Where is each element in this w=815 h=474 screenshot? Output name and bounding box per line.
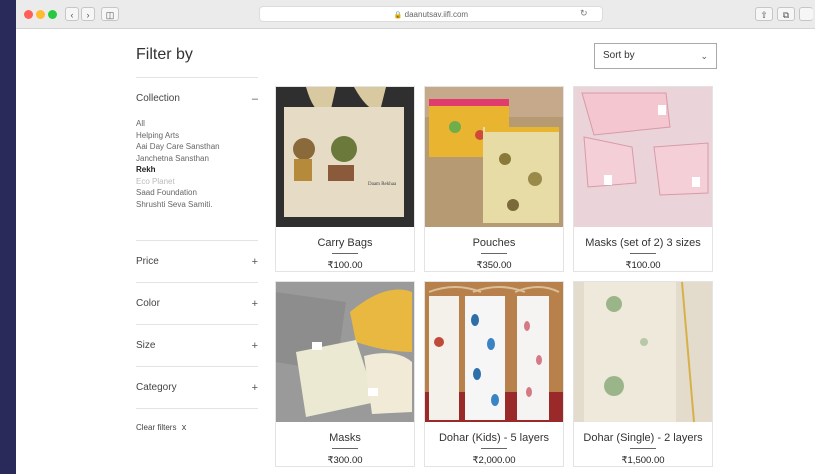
close-icon: x bbox=[181, 422, 187, 432]
close-window-button[interactable] bbox=[24, 10, 33, 19]
divider bbox=[630, 448, 656, 449]
collection-item-saad-foundation[interactable]: Saad Foundation bbox=[136, 187, 220, 199]
masks-image bbox=[276, 282, 414, 422]
dohar-kids-image bbox=[425, 282, 563, 422]
sidebar-toggle-icon[interactable]: ◫ bbox=[101, 7, 119, 21]
product-price: ₹2,000.00 bbox=[472, 455, 516, 466]
url-text: daanutsav.iifl.com bbox=[404, 10, 469, 19]
collection-item-rekh[interactable]: Rekh bbox=[136, 164, 220, 176]
sort-label: Sort by bbox=[603, 50, 635, 61]
clear-filters-link[interactable]: Clear filters x bbox=[136, 422, 186, 432]
divider bbox=[332, 253, 358, 254]
pouches-image bbox=[425, 87, 563, 227]
collection-item-helping-arts[interactable]: Helping Arts bbox=[136, 130, 220, 142]
divider bbox=[136, 77, 258, 78]
product-image[interactable] bbox=[574, 87, 712, 227]
category-filter-label: Category bbox=[136, 382, 177, 393]
expand-icon[interactable]: + bbox=[252, 340, 258, 352]
browser-toolbar: ‹ › ◫ 🔒 daanutsav.iifl.com ↻ ⇧ ⧉ bbox=[16, 0, 815, 29]
divider bbox=[136, 240, 258, 241]
svg-text:Daam Rekhaa: Daam Rekhaa bbox=[368, 182, 397, 187]
collection-header[interactable]: Collection – bbox=[136, 93, 258, 105]
divider bbox=[136, 324, 258, 325]
product-price: ₹100.00 bbox=[625, 260, 661, 271]
collapse-icon[interactable]: – bbox=[252, 93, 258, 105]
maximize-window-button[interactable] bbox=[48, 10, 57, 19]
product-image[interactable] bbox=[276, 282, 414, 422]
divider bbox=[332, 448, 358, 449]
collection-item-janchetna[interactable]: Janchetna Sansthan bbox=[136, 153, 220, 165]
product-price: ₹350.00 bbox=[476, 260, 512, 271]
category-filter-header[interactable]: Category + bbox=[136, 382, 258, 394]
product-card[interactable]: Daam Rekhaa Carry Bags ₹100.00 bbox=[275, 86, 415, 272]
expand-icon[interactable]: + bbox=[252, 256, 258, 268]
share-icon[interactable]: ⇧ bbox=[755, 7, 773, 21]
divider bbox=[136, 408, 258, 409]
collection-item-aai-day-care[interactable]: Aai Day Care Sansthan bbox=[136, 141, 220, 153]
divider bbox=[630, 253, 656, 254]
sort-dropdown[interactable]: Sort by ⌄ bbox=[594, 43, 717, 69]
chevron-down-icon: ⌄ bbox=[700, 51, 708, 61]
page-content: Filter by Sort by ⌄ Collection – All Hel… bbox=[16, 29, 815, 474]
collection-item-all[interactable]: All bbox=[136, 118, 220, 130]
product-price: ₹100.00 bbox=[327, 260, 363, 271]
product-name[interactable]: Pouches bbox=[425, 237, 563, 249]
product-card[interactable]: Masks ₹300.00 bbox=[275, 281, 415, 467]
expand-icon[interactable]: + bbox=[252, 382, 258, 394]
product-image[interactable] bbox=[425, 282, 563, 422]
product-card[interactable]: Dohar (Kids) - 5 layers ₹2,000.00 bbox=[424, 281, 564, 467]
reload-icon[interactable]: ↻ bbox=[580, 8, 588, 19]
product-name[interactable]: Carry Bags bbox=[276, 237, 414, 249]
filter-title: Filter by bbox=[136, 46, 193, 63]
minimize-window-button[interactable] bbox=[36, 10, 45, 19]
tabs-icon[interactable]: ⧉ bbox=[777, 7, 795, 21]
collection-label: Collection bbox=[136, 93, 180, 104]
product-name[interactable]: Masks (set of 2) 3 sizes bbox=[574, 237, 712, 249]
address-bar[interactable]: 🔒 daanutsav.iifl.com bbox=[259, 6, 603, 22]
product-name[interactable]: Masks bbox=[276, 432, 414, 444]
product-image[interactable]: Daam Rekhaa bbox=[276, 87, 414, 227]
collection-item-eco-planet[interactable]: Eco Planet bbox=[136, 176, 220, 188]
new-tab-icon[interactable] bbox=[799, 7, 813, 21]
color-filter-header[interactable]: Color + bbox=[136, 298, 258, 310]
product-card[interactable]: Dohar (Single) - 2 layers ₹1,500.00 bbox=[573, 281, 713, 467]
divider bbox=[481, 448, 507, 449]
back-button[interactable]: ‹ bbox=[65, 7, 79, 21]
product-card[interactable]: Masks (set of 2) 3 sizes ₹100.00 bbox=[573, 86, 713, 272]
product-image[interactable] bbox=[574, 282, 712, 422]
price-filter-header[interactable]: Price + bbox=[136, 256, 258, 268]
size-filter-header[interactable]: Size + bbox=[136, 340, 258, 352]
product-name[interactable]: Dohar (Kids) - 5 layers bbox=[425, 432, 563, 444]
carry-bag-image: Daam Rekhaa bbox=[276, 87, 414, 227]
product-image[interactable] bbox=[425, 87, 563, 227]
divider bbox=[481, 253, 507, 254]
price-filter-label: Price bbox=[136, 256, 159, 267]
expand-icon[interactable]: + bbox=[252, 298, 258, 310]
lock-icon: 🔒 bbox=[393, 12, 403, 19]
collection-item-shrushti[interactable]: Shrushti Seva Samiti. bbox=[136, 199, 220, 211]
masks-set-image bbox=[574, 87, 712, 227]
forward-button[interactable]: › bbox=[81, 7, 95, 21]
product-name[interactable]: Dohar (Single) - 2 layers bbox=[574, 432, 712, 444]
divider bbox=[136, 366, 258, 367]
product-price: ₹300.00 bbox=[327, 455, 363, 466]
clear-filters-label: Clear filters bbox=[136, 423, 177, 432]
color-filter-label: Color bbox=[136, 298, 160, 309]
browser-window: ‹ › ◫ 🔒 daanutsav.iifl.com ↻ ⇧ ⧉ Filter b… bbox=[16, 0, 815, 474]
collection-list: All Helping Arts Aai Day Care Sansthan J… bbox=[136, 118, 220, 210]
dohar-single-image bbox=[574, 282, 712, 422]
product-card[interactable]: Pouches ₹350.00 bbox=[424, 86, 564, 272]
product-price: ₹1,500.00 bbox=[621, 455, 665, 466]
divider bbox=[136, 282, 258, 283]
size-filter-label: Size bbox=[136, 340, 156, 351]
